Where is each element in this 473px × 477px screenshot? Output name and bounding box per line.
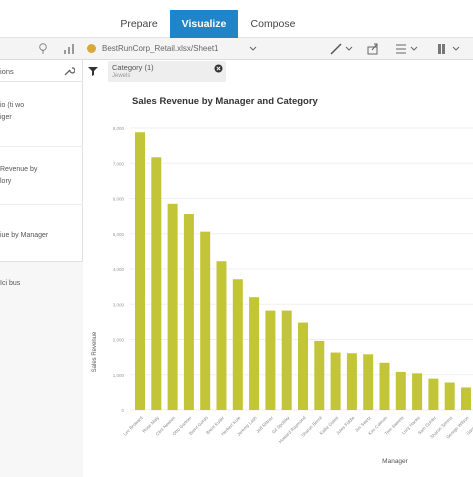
left-panel-footer: Ici bus: [0, 280, 21, 287]
y-axis-label: Sales Revenue: [92, 331, 98, 372]
filter-chip-label: Category (1): [112, 63, 154, 72]
x-tick-label: Lev Broward: [122, 415, 144, 437]
left-panel-item-line: iue by Manager: [0, 232, 49, 239]
bar-chart: Sales Revenue by Manager and Category Sa…: [92, 96, 473, 465]
divider: [0, 204, 83, 205]
y-tick-label: 5,000: [113, 232, 125, 237]
lightbulb-icon[interactable]: [38, 42, 48, 56]
wrench-icon[interactable]: [63, 65, 75, 77]
bar[interactable]: [298, 322, 308, 410]
tab-compose[interactable]: Compose: [238, 11, 308, 38]
bar[interactable]: [314, 340, 325, 410]
toolbar: BestRunCorp_Retail.xlsx/Sheet1: [0, 38, 473, 60]
left-panel-item-line: Revenue by: [0, 166, 38, 173]
dataset-icon: [87, 44, 96, 53]
settings-list-icon[interactable]: [394, 42, 408, 56]
left-panel-item-line: lory: [0, 178, 12, 185]
left-panel-item-line: iger: [0, 114, 12, 121]
y-tick-label: 2,000: [113, 338, 125, 343]
bar[interactable]: [330, 352, 341, 410]
bar[interactable]: [183, 214, 194, 410]
y-tick-label: 1,000: [113, 373, 125, 378]
y-tick-label: 4,000: [113, 267, 125, 272]
y-tick-label: 3,000: [113, 302, 125, 307]
tab-visualize[interactable]: Visualize: [170, 10, 238, 38]
bar[interactable]: [265, 310, 276, 410]
tab-prepare[interactable]: Prepare: [108, 11, 170, 38]
chevron-down-icon[interactable]: [452, 46, 460, 52]
left-panel-header: ions: [0, 60, 83, 82]
share-icon[interactable]: [366, 42, 380, 56]
close-icon[interactable]: [214, 64, 223, 73]
left-panel: ions io (ti wo iger Revenue by lory iue …: [0, 60, 83, 262]
bar[interactable]: [412, 373, 423, 410]
bar[interactable]: [363, 354, 374, 410]
divider: [0, 146, 83, 147]
bar[interactable]: [167, 203, 178, 410]
bar[interactable]: [428, 378, 439, 410]
bar[interactable]: [216, 261, 227, 410]
filter-icon[interactable]: [87, 65, 99, 77]
bar[interactable]: [135, 132, 145, 411]
top-tab-bar: Prepare Visualize Compose: [0, 0, 473, 38]
pencil-icon[interactable]: [329, 42, 343, 56]
bar[interactable]: [232, 279, 243, 410]
dataset-name[interactable]: BestRunCorp_Retail.xlsx/Sheet1: [102, 42, 240, 56]
x-axis-label: Manager: [382, 458, 408, 465]
filter-chip[interactable]: Category (1) Jewels: [108, 61, 226, 82]
bar[interactable]: [249, 297, 260, 410]
grid-menu-icon[interactable]: [436, 42, 450, 56]
app-root: Prepare Visualize Compose BestRunCorp_Re…: [0, 0, 473, 477]
chart-area: Sales Revenue by Manager and Category Sa…: [84, 82, 473, 477]
left-panel-item-line: io (ti wo: [0, 102, 25, 109]
filter-chip-value: Jewels: [112, 73, 131, 79]
left-panel-title: ions: [0, 67, 14, 76]
bar[interactable]: [395, 371, 406, 410]
chevron-down-icon[interactable]: [345, 46, 353, 52]
bar[interactable]: [379, 362, 390, 410]
chevron-down-icon[interactable]: [249, 46, 257, 52]
bar[interactable]: [461, 387, 471, 410]
bar[interactable]: [444, 382, 455, 410]
y-tick-label: 6,000: [113, 197, 125, 202]
bar[interactable]: [281, 310, 292, 410]
bar[interactable]: [346, 353, 357, 410]
bar[interactable]: [151, 157, 162, 410]
y-tick-label: 0: [121, 408, 124, 413]
bar[interactable]: [200, 231, 211, 410]
chart-title: Sales Revenue by Manager and Category: [132, 96, 319, 107]
y-tick-label: 7,000: [113, 161, 125, 166]
y-tick-label: 8,000: [113, 126, 125, 131]
chart-type-icon[interactable]: [63, 43, 75, 55]
chevron-down-icon[interactable]: [410, 46, 418, 52]
left-panel-lower: Ici bus: [0, 262, 83, 477]
